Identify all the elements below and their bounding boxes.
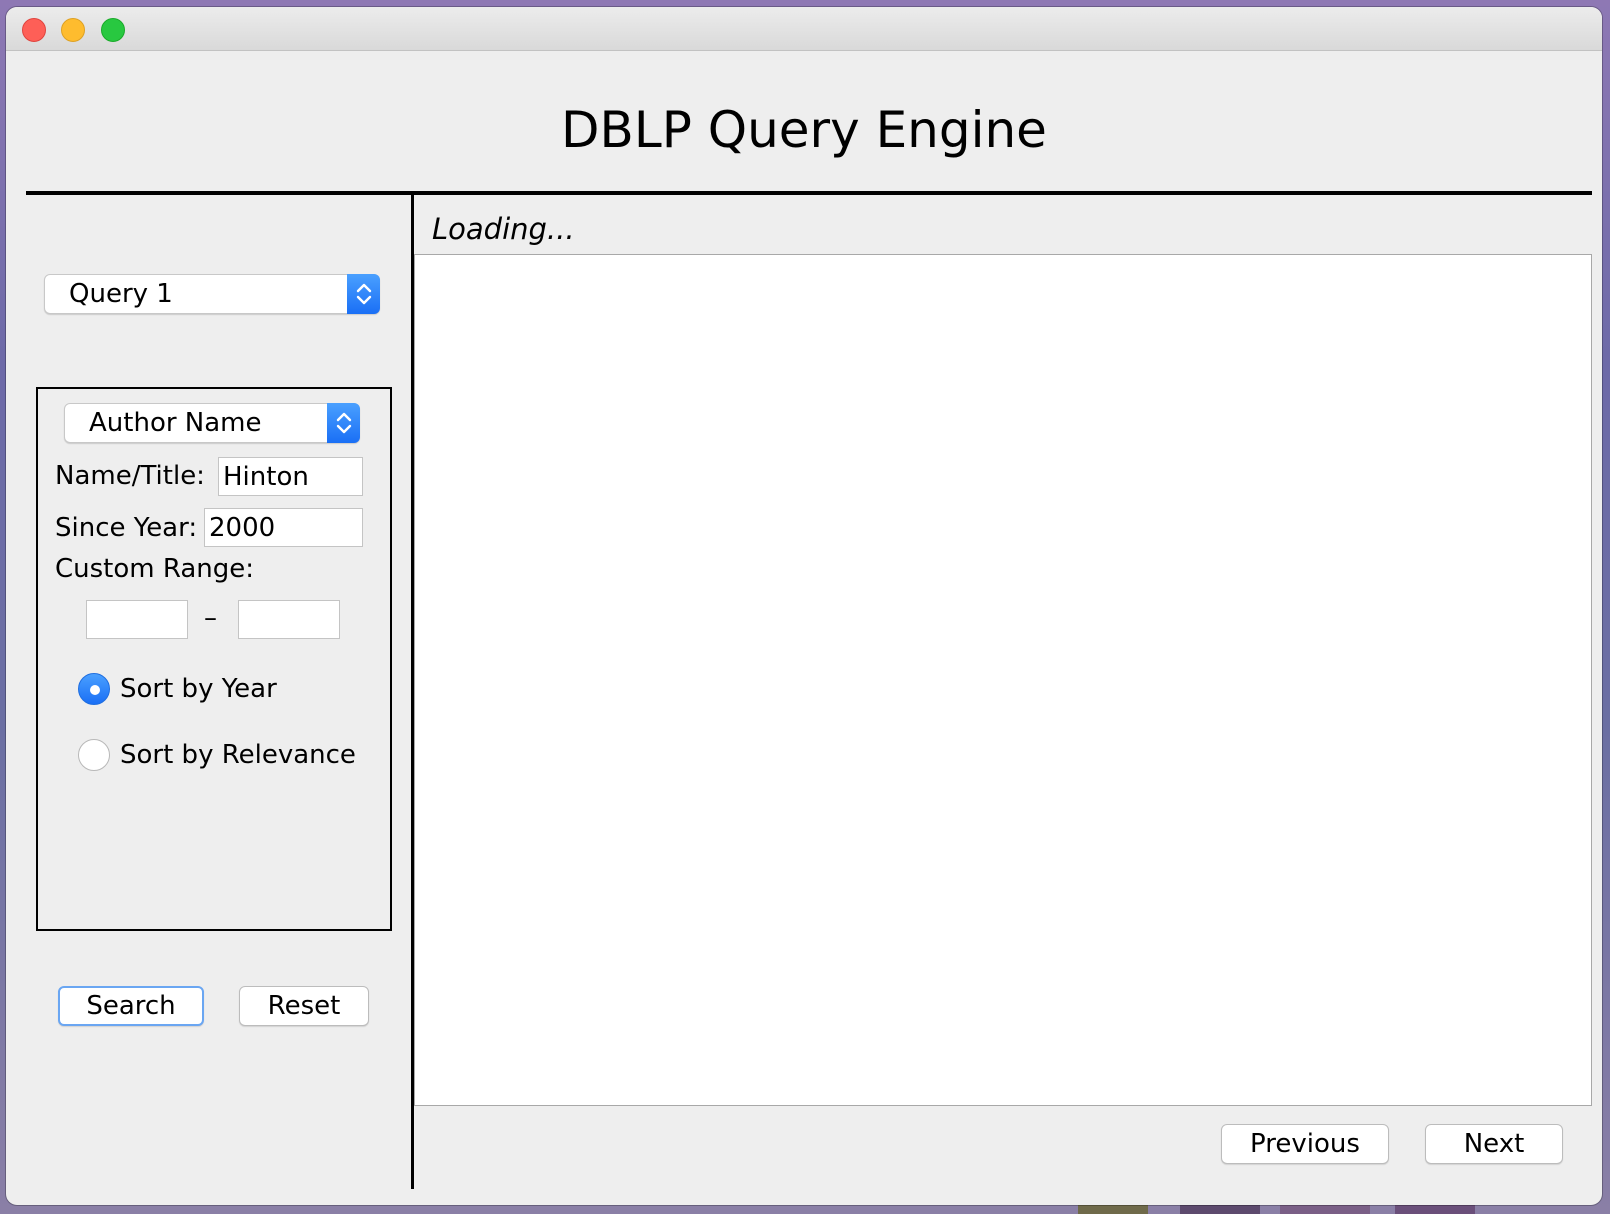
query-select-value: Query 1	[69, 279, 173, 309]
title-divider	[26, 191, 1592, 195]
since-year-input[interactable]	[204, 508, 363, 547]
search-type-value: Author Name	[89, 408, 262, 438]
search-type-select[interactable]: Author Name	[64, 403, 360, 443]
results-list[interactable]	[414, 254, 1592, 1106]
minimize-window-button[interactable]	[61, 18, 85, 42]
next-page-button[interactable]: Next	[1425, 1124, 1563, 1164]
range-from-input[interactable]	[86, 600, 188, 639]
sort-by-relevance-label[interactable]: Sort by Relevance	[120, 740, 356, 770]
app-window: DBLP Query Engine Query 1 Author Name Na…	[6, 7, 1602, 1205]
close-window-button[interactable]	[22, 18, 46, 42]
name-title-input[interactable]	[218, 457, 363, 496]
sort-by-year-radio[interactable]	[78, 673, 110, 705]
maximize-window-button[interactable]	[101, 18, 125, 42]
previous-page-button[interactable]: Previous	[1221, 1124, 1389, 1164]
reset-button[interactable]: Reset	[239, 986, 369, 1026]
loading-status: Loading...	[432, 212, 575, 246]
up-down-chevron-icon	[347, 274, 380, 314]
since-year-label: Since Year:	[55, 513, 198, 543]
range-separator: –	[204, 603, 217, 633]
range-to-input[interactable]	[238, 600, 340, 639]
up-down-chevron-icon	[327, 403, 360, 443]
page-title: DBLP Query Engine	[561, 101, 1047, 159]
sort-by-relevance-radio[interactable]	[78, 739, 110, 771]
custom-range-label: Custom Range:	[55, 554, 255, 584]
window-titlebar[interactable]	[6, 7, 1602, 51]
search-filter-panel: Author Name Name/Title: Since Year: Cust…	[36, 387, 392, 931]
query-select[interactable]: Query 1	[44, 274, 380, 314]
sort-by-year-label[interactable]: Sort by Year	[120, 674, 277, 704]
name-title-label: Name/Title:	[55, 461, 205, 491]
search-button[interactable]: Search	[58, 986, 204, 1026]
